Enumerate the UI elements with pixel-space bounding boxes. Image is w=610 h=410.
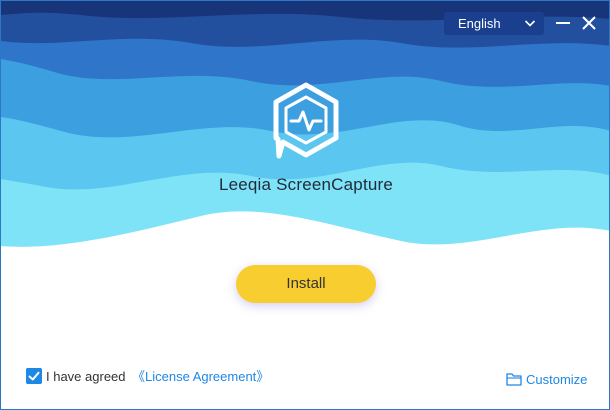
folder-icon — [506, 373, 522, 386]
chevron-down-icon — [524, 20, 536, 27]
install-button[interactable]: Install — [236, 265, 376, 303]
app-logo-icon — [273, 82, 339, 159]
installer-window: English Leeqia ScreenCapture Install I h… — [0, 0, 610, 410]
minimize-icon[interactable] — [553, 13, 573, 33]
agree-checkbox[interactable] — [26, 368, 42, 384]
app-title: Leeqia ScreenCapture — [218, 175, 394, 194]
close-icon[interactable] — [579, 13, 599, 33]
agree-label: I have agreed — [46, 369, 126, 384]
customize-label: Customize — [526, 372, 588, 387]
license-agreement-link[interactable]: 《License Agreement》 — [132, 368, 269, 386]
language-selected-label: English — [458, 16, 501, 31]
language-select[interactable]: English — [444, 12, 544, 35]
